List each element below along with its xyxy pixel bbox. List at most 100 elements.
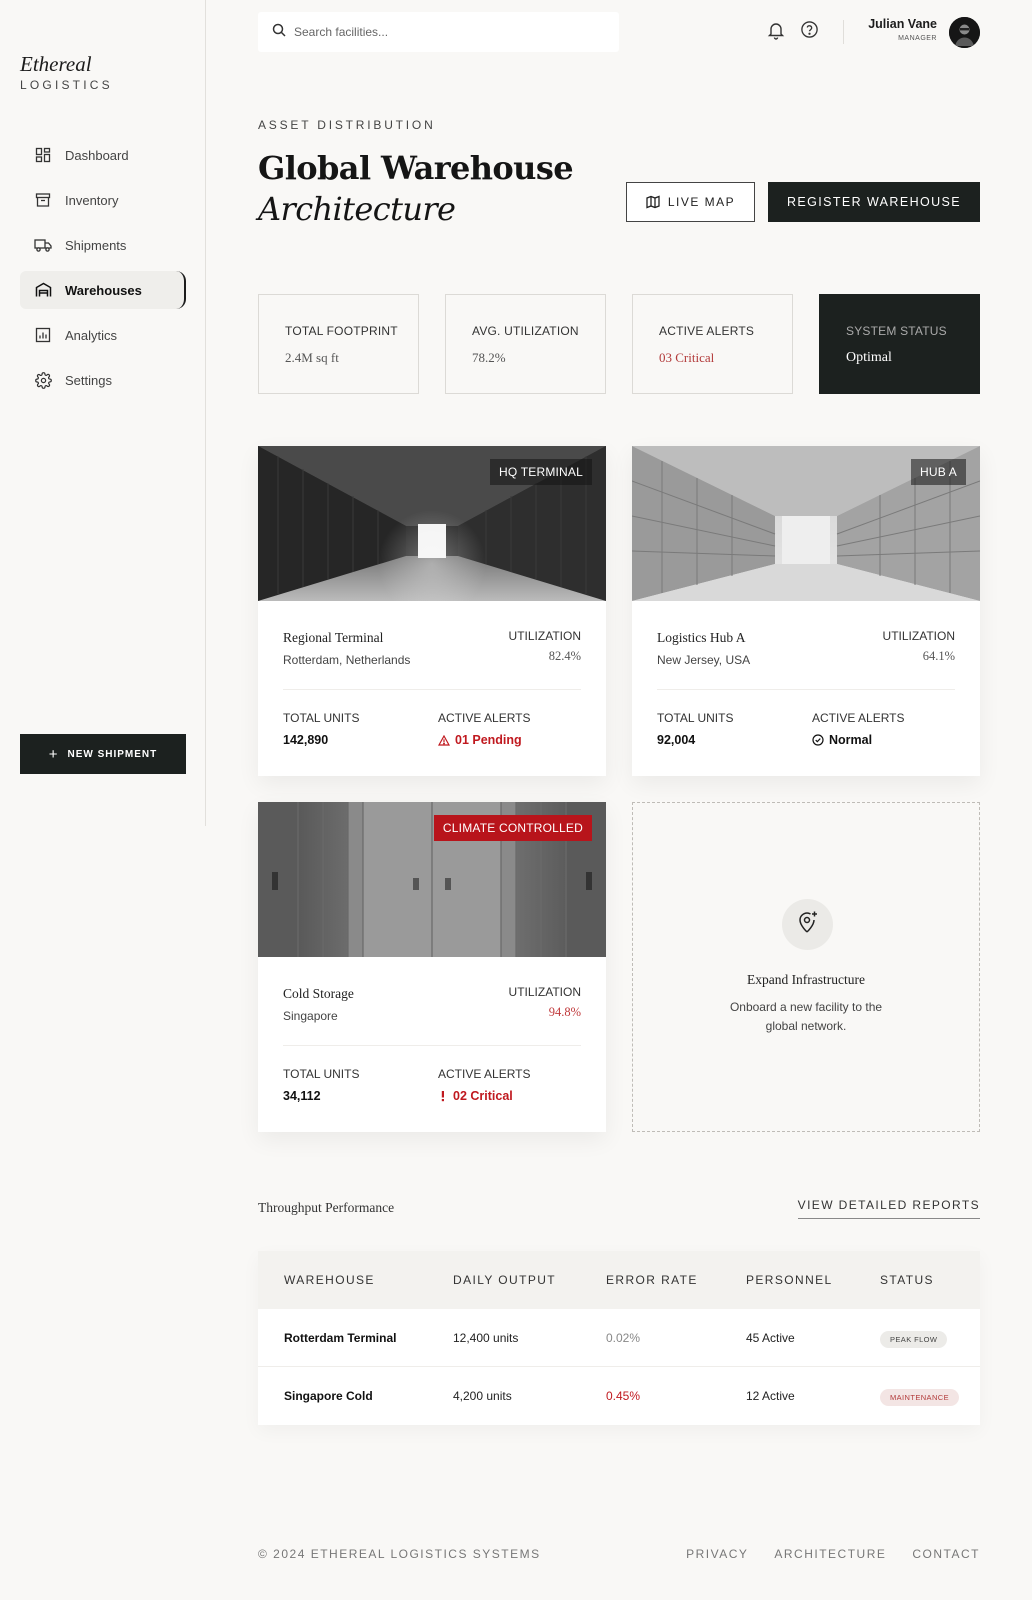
add-location-button[interactable] xyxy=(782,899,833,950)
brand-logo[interactable]: Ethereal LOGISTICS xyxy=(20,52,113,92)
page-title: Global Warehouse xyxy=(258,149,574,187)
header-divider xyxy=(843,20,844,44)
warehouse-image: HQ TERMINAL xyxy=(258,446,606,601)
footer-link-architecture[interactable]: ARCHITECTURE xyxy=(774,1547,886,1561)
sidebar-item-label: Warehouses xyxy=(65,282,142,298)
sidebar-item-label: Analytics xyxy=(65,327,118,343)
stat-value: 03 Critical xyxy=(659,350,715,365)
stat-system-status: SYSTEM STATUS Optimal xyxy=(819,294,980,394)
table-row[interactable]: Rotterdam Terminal 12,400 units 0.02% 45… xyxy=(258,1309,980,1367)
units-value: 142,890 xyxy=(283,733,329,747)
units-value: 34,112 xyxy=(283,1089,321,1103)
dashboard-icon xyxy=(34,146,52,164)
facility-badge: HQ TERMINAL xyxy=(490,459,592,485)
sidebar-item-dashboard[interactable]: Dashboard xyxy=(20,136,186,174)
sidebar-item-analytics[interactable]: Analytics xyxy=(20,316,186,354)
output-cell: 12,400 units xyxy=(453,1330,519,1345)
stat-label: AVG. UTILIZATION xyxy=(472,324,579,338)
units-label: TOTAL UNITS xyxy=(283,1067,360,1081)
user-info[interactable]: Julian Vane MANAGER xyxy=(868,17,937,42)
facility-name: Cold Storage xyxy=(283,986,354,1001)
add-location-icon xyxy=(797,910,819,939)
column-header[interactable]: ERROR RATE xyxy=(606,1273,698,1287)
column-header[interactable]: WAREHOUSE xyxy=(284,1273,375,1287)
warehouse-card-singapore[interactable]: CLIMATE CONTROLLED Cold Storage Singapor… xyxy=(258,802,606,1132)
search-input[interactable] xyxy=(294,25,594,39)
utilization-label: UTILIZATION xyxy=(508,985,581,999)
gear-icon xyxy=(34,371,52,389)
card-divider xyxy=(657,689,955,690)
sidebar-item-label: Shipments xyxy=(65,237,127,253)
column-header[interactable]: PERSONNEL xyxy=(746,1273,833,1287)
column-header[interactable]: DAILY OUTPUT xyxy=(453,1273,556,1287)
stat-avg-utilization: AVG. UTILIZATION 78.2% xyxy=(445,294,606,394)
facility-location: Rotterdam, Netherlands xyxy=(283,653,411,667)
facility-badge: HUB A xyxy=(910,459,966,485)
error-rate-cell: 0.45% xyxy=(606,1389,641,1403)
view-reports-link[interactable]: VIEW DETAILED REPORTS xyxy=(797,1198,980,1219)
search-bar[interactable] xyxy=(258,12,619,52)
alerts-value: Normal xyxy=(812,733,872,747)
utilization-value: 94.8% xyxy=(548,1005,581,1019)
sidebar-item-warehouses[interactable]: Warehouses xyxy=(20,271,186,309)
truck-icon xyxy=(34,236,52,254)
warehouse-image: CLIMATE CONTROLLED xyxy=(258,802,606,957)
sidebar-item-inventory[interactable]: Inventory xyxy=(20,181,186,219)
expand-description: Onboard a new facility to the global net… xyxy=(729,1000,883,1033)
units-label: TOTAL UNITS xyxy=(283,711,360,725)
warehouse-cell: Singapore Cold xyxy=(284,1389,373,1403)
sidebar-item-label: Settings xyxy=(65,372,112,388)
footer-link-contact[interactable]: CONTACT xyxy=(912,1547,980,1561)
facility-location: New Jersey, USA xyxy=(657,653,751,667)
new-shipment-label: NEW SHIPMENT xyxy=(67,748,158,760)
help-icon[interactable] xyxy=(800,20,820,40)
alerts-label: ACTIVE ALERTS xyxy=(438,1067,531,1081)
facility-name: Logistics Hub A xyxy=(657,630,746,645)
throughput-table: WAREHOUSE DAILY OUTPUT ERROR RATE PERSON… xyxy=(258,1251,980,1425)
live-map-button[interactable]: LIVE MAP xyxy=(626,182,755,222)
facility-location: Singapore xyxy=(283,1009,338,1023)
utilization-label: UTILIZATION xyxy=(882,629,955,643)
table-row[interactable]: Singapore Cold 4,200 units 0.45% 12 Acti… xyxy=(258,1367,980,1425)
sidebar-item-label: Dashboard xyxy=(65,147,129,163)
stat-total-footprint: TOTAL FOOTPRINT 2.4M sq ft xyxy=(258,294,419,394)
throughput-title: Throughput Performance xyxy=(258,1200,395,1215)
output-cell: 4,200 units xyxy=(453,1389,512,1403)
warehouse-card-newjersey[interactable]: HUB A Logistics Hub A New Jersey, USA UT… xyxy=(632,446,980,776)
user-name: Julian Vane xyxy=(868,17,937,31)
archive-icon xyxy=(34,191,52,209)
page-eyebrow: ASSET DISTRIBUTION xyxy=(258,118,436,132)
new-shipment-button[interactable]: + NEW SHIPMENT xyxy=(20,734,186,774)
bell-icon[interactable] xyxy=(767,20,787,40)
status-badge: MAINTENANCE xyxy=(880,1389,959,1406)
warning-icon xyxy=(438,734,450,746)
column-header[interactable]: STATUS xyxy=(880,1273,934,1287)
avatar[interactable] xyxy=(949,17,980,48)
personnel-cell: 12 Active xyxy=(746,1389,795,1403)
page-title-italic: Architecture xyxy=(258,190,456,228)
alerts-text: 01 Pending xyxy=(455,733,522,747)
stat-value: 78.2% xyxy=(472,350,506,365)
map-icon xyxy=(646,195,660,209)
register-warehouse-button[interactable]: REGISTER WAREHOUSE xyxy=(768,182,980,222)
status-badge: PEAK FLOW xyxy=(880,1330,948,1348)
expand-title: Expand Infrastructure xyxy=(746,972,866,987)
units-label: TOTAL UNITS xyxy=(657,711,734,725)
live-map-label: LIVE MAP xyxy=(667,195,736,209)
alerts-value: 01 Pending xyxy=(438,733,522,747)
search-icon xyxy=(272,23,286,42)
warehouse-card-rotterdam[interactable]: HQ TERMINAL Regional Terminal Rotterdam,… xyxy=(258,446,606,776)
footer-link-privacy[interactable]: PRIVACY xyxy=(686,1547,748,1561)
alerts-label: ACTIVE ALERTS xyxy=(812,711,905,725)
sidebar-item-shipments[interactable]: Shipments xyxy=(20,226,186,264)
user-role: MANAGER xyxy=(898,35,937,42)
stat-active-alerts: ACTIVE ALERTS 03 Critical xyxy=(632,294,793,394)
check-circle-icon xyxy=(812,734,824,746)
units-value: 92,004 xyxy=(657,733,696,747)
alerts-value: 02 Critical xyxy=(438,1089,513,1103)
stat-value: 2.4M sq ft xyxy=(285,350,339,365)
sidebar-item-settings[interactable]: Settings xyxy=(20,361,186,399)
expand-infrastructure-card[interactable]: Expand Infrastructure Onboard a new faci… xyxy=(632,802,980,1132)
stat-label: TOTAL FOOTPRINT xyxy=(285,324,398,338)
footer-links: PRIVACY ARCHITECTURE CONTACT xyxy=(686,1547,980,1561)
